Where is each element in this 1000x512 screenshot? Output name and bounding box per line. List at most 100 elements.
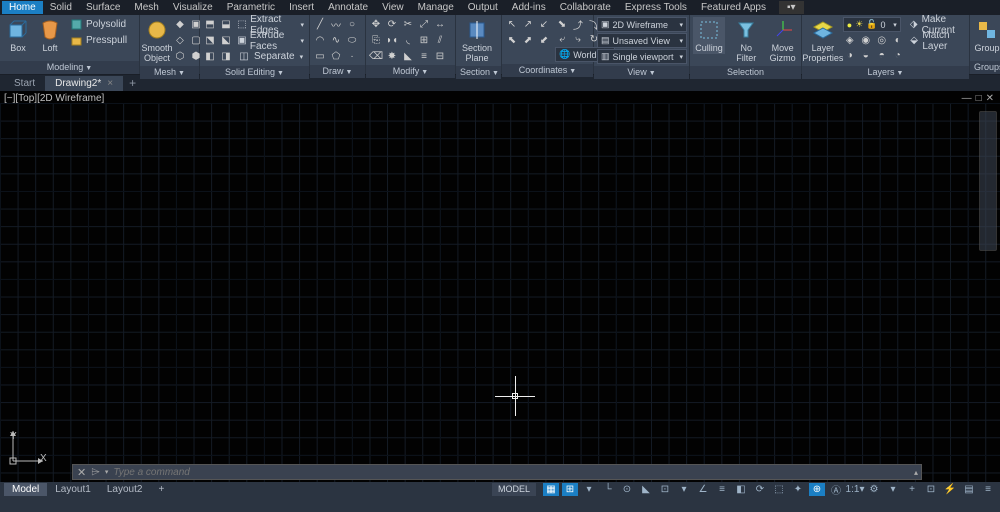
extrude-faces-button[interactable]: ▣Extrude Faces▾ (235, 33, 306, 48)
layer-ic7[interactable]: ◓ (875, 48, 889, 62)
panel-modeling-title[interactable]: Modeling▼ (0, 61, 139, 74)
otrack-toggle[interactable]: ∠ (695, 483, 711, 496)
panel-coordinates-title[interactable]: Coordinates▼ (502, 64, 593, 77)
menu-extra-icon[interactable]: ▪▾ (779, 1, 804, 14)
new-layout-button[interactable]: + (150, 483, 172, 496)
chamfer-icon[interactable]: ◣ (401, 49, 415, 63)
se-ic3[interactable]: ⬔ (203, 33, 217, 47)
menu-collaborate[interactable]: Collaborate (553, 1, 618, 14)
panel-mesh-title[interactable]: Mesh▼ (140, 66, 199, 79)
ucs-ic7[interactable]: ⬊ (555, 17, 569, 31)
menu-parametric[interactable]: Parametric (220, 1, 282, 14)
spline-icon[interactable]: ∿ (329, 33, 343, 47)
separate-button[interactable]: ◫Separate▾ (235, 49, 306, 64)
layer-ic4[interactable]: ◐ (891, 33, 905, 47)
cmd-close-icon[interactable]: ✕ (77, 466, 86, 479)
menu-output[interactable]: Output (461, 1, 505, 14)
offset-icon[interactable]: ⫽ (433, 33, 447, 47)
ellipse-icon[interactable]: ⬭ (345, 33, 359, 47)
array-icon[interactable]: ⊞ (417, 33, 431, 47)
polyline-icon[interactable]: 〰 (329, 17, 343, 31)
drawing-tab[interactable]: Drawing2*× (45, 76, 123, 91)
ortho-toggle[interactable]: └ (600, 483, 616, 496)
dyn-input-toggle[interactable]: ⊕ (809, 483, 825, 496)
align-icon[interactable]: ≡ (417, 49, 431, 63)
mesh-ic5[interactable]: ⬡ (173, 49, 187, 63)
transp-toggle[interactable]: ◧ (733, 483, 749, 496)
panel-section-title[interactable]: Section▼ (456, 66, 501, 79)
qprops-toggle[interactable]: ⊡ (923, 483, 939, 496)
nav-bar[interactable] (979, 111, 997, 251)
menu-surface[interactable]: Surface (79, 1, 127, 14)
trim-icon[interactable]: ✂ (401, 17, 415, 31)
box-button[interactable]: Box (3, 17, 33, 54)
circle-icon[interactable]: ○ (345, 17, 359, 31)
3dosnap-toggle[interactable]: ⬚ (771, 483, 787, 496)
unsaved-view-combo[interactable]: ▤Unsaved View▾ (597, 33, 687, 48)
ucs-ic1[interactable]: ↖ (505, 17, 519, 31)
cycling-toggle[interactable]: ⟳ (752, 483, 768, 496)
menu-featured[interactable]: Featured Apps (694, 1, 773, 14)
maximize-icon[interactable]: □ (976, 93, 982, 104)
ucs-ic11[interactable]: ⤷ (571, 32, 585, 46)
scale-toggle[interactable]: 1:1▾ (847, 483, 863, 496)
ucs-ic4[interactable]: ⬉ (505, 33, 519, 47)
layer-ic2[interactable]: ◉ (859, 33, 873, 47)
loft-button[interactable]: Loft (35, 17, 65, 54)
menu-home[interactable]: Home (2, 1, 43, 14)
point-icon[interactable]: · (345, 49, 359, 63)
close-icon[interactable]: ✕ (986, 93, 994, 104)
layer-ic3[interactable]: ◎ (875, 33, 889, 47)
view-label[interactable]: [−][Top][2D Wireframe] (4, 93, 104, 104)
layer-ic6[interactable]: ◒ (859, 48, 873, 62)
dynucs-toggle[interactable]: ✦ (790, 483, 806, 496)
osnap-toggle[interactable]: ⊡ (657, 483, 673, 496)
minimize-icon[interactable]: — (962, 93, 972, 104)
snap-toggle[interactable]: ⊞ (562, 483, 578, 496)
menu-manage[interactable]: Manage (411, 1, 461, 14)
se-ic5[interactable]: ◧ (203, 49, 217, 63)
layer-ic8[interactable]: ◔ (891, 48, 905, 62)
snap-dd[interactable]: ▾ (581, 483, 597, 496)
close-tab-icon[interactable]: × (107, 78, 113, 89)
single-viewport-combo[interactable]: ▥Single viewport▾ (597, 49, 687, 64)
explode-icon[interactable]: ✸ (385, 49, 399, 63)
layer-combo[interactable]: ●☀🔓0▾ (843, 17, 901, 32)
clean-toggle[interactable]: ▤ (961, 483, 977, 496)
hw-toggle[interactable]: ⚡ (942, 483, 958, 496)
move-icon[interactable]: ✥ (369, 17, 383, 31)
polar-toggle[interactable]: ⊙ (619, 483, 635, 496)
menu-mesh[interactable]: Mesh (127, 1, 165, 14)
arc-icon[interactable]: ◠ (313, 33, 327, 47)
start-tab[interactable]: Start (4, 76, 45, 91)
command-input[interactable] (113, 467, 917, 478)
panel-modify-title[interactable]: Modify▼ (366, 65, 455, 78)
panel-draw-title[interactable]: Draw▼ (310, 65, 365, 78)
units-toggle[interactable]: + (904, 483, 920, 496)
mesh-ic3[interactable]: ◇ (173, 33, 187, 47)
mesh-ic1[interactable]: ◆ (173, 17, 187, 31)
cmd-dropdown-icon[interactable]: ▾ (105, 468, 109, 476)
scale-icon[interactable]: ⤢ (417, 17, 431, 31)
layer-properties-button[interactable]: Layer Properties (805, 17, 841, 64)
se-ic4[interactable]: ⬕ (219, 33, 233, 47)
line-icon[interactable]: ╱ (313, 17, 327, 31)
ucs-ic5[interactable]: ⬈ (521, 33, 535, 47)
layout2-tab[interactable]: Layout2 (99, 483, 151, 496)
rect-icon[interactable]: ▭ (313, 49, 327, 63)
grid-toggle[interactable]: ▦ (543, 483, 559, 496)
annomon-toggle[interactable]: ▾ (885, 483, 901, 496)
ucs-ic8[interactable]: ⤴ (571, 17, 585, 31)
rotate-icon[interactable]: ⟳ (385, 17, 399, 31)
section-plane-button[interactable]: Section Plane (459, 17, 495, 64)
stretch-icon[interactable]: ↔ (433, 17, 447, 31)
command-line[interactable]: ✕ ⌲ ▾ ▴ (72, 464, 922, 480)
fillet-icon[interactable]: ◟ (401, 33, 415, 47)
panel-view-title[interactable]: View▼ (594, 66, 689, 79)
osnap-dd[interactable]: ▾ (676, 483, 692, 496)
polysolid-button[interactable]: Polysolid (67, 17, 129, 32)
panel-solidedit-title[interactable]: Solid Editing▼ (200, 66, 309, 79)
menu-addins[interactable]: Add-ins (505, 1, 553, 14)
smooth-object-button[interactable]: Smooth Object (143, 17, 171, 64)
move-gizmo-button[interactable]: Move Gizmo (767, 17, 798, 64)
